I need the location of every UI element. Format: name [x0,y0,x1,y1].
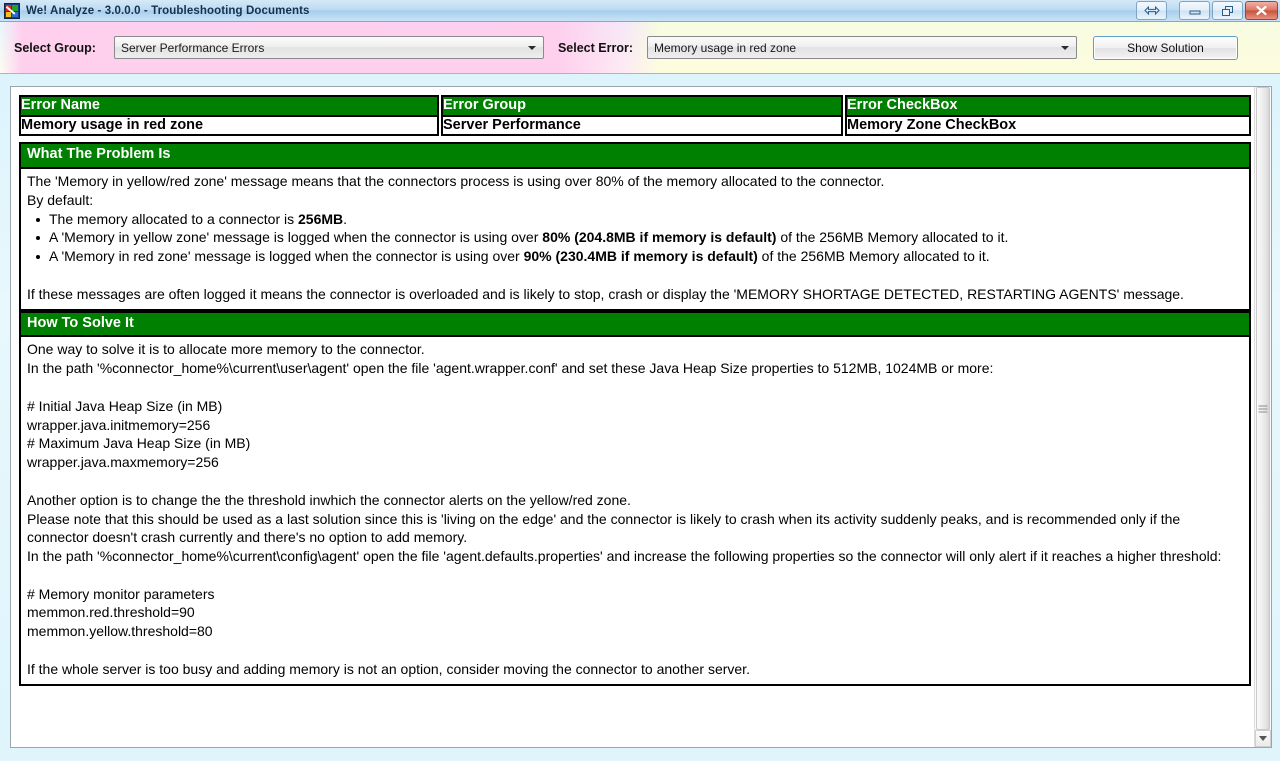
solution-paragraph-3: If the whole server is too busy and addi… [27,660,750,677]
window-title: We! Analyze - 3.0.0.0 - Troubleshooting … [26,4,310,17]
column-header-error-group: Error Group [441,95,843,117]
cell-error-checkbox: Memory Zone CheckBox [845,115,1251,137]
caret-down-icon [1259,736,1267,741]
title-bar: We! Analyze - 3.0.0.0 - Troubleshooting … [0,0,1280,22]
bullet-text: A 'Memory in yellow zone' message is log… [49,229,543,246]
list-item: The memory allocated to a connector is 2… [27,210,1243,229]
solution-paragraph-1: One way to solve it is to allocate more … [27,341,994,377]
cell-error-name: Memory usage in red zone [19,115,439,137]
bullet-text-tail: . [343,210,348,227]
restore-button[interactable] [1212,1,1243,20]
select-group-label: Select Group: [14,40,96,55]
bullet-text: The memory allocated to a connector is [49,210,299,227]
document-panel: Error Name Error Group Error CheckBox Me… [10,86,1272,748]
column-header-error-checkbox: Error CheckBox [845,95,1251,117]
table-header-row: Error Name Error Group Error CheckBox [19,95,1251,117]
table-row: Memory usage in red zone Server Performa… [19,115,1251,137]
problem-intro-line-2: By default: [27,191,94,208]
problem-closing-paragraph: If these messages are often logged it me… [27,285,1184,302]
bullet-text: A 'Memory in red zone' message is logged… [49,248,524,265]
vertical-scrollbar[interactable] [1254,87,1271,747]
error-info-table: Error Name Error Group Error CheckBox Me… [19,95,1251,137]
scrollbar-thumb[interactable] [1256,87,1270,730]
minimize-button[interactable] [1179,1,1210,20]
solution-paragraph-2: Another option is to change the the thre… [27,491,1222,565]
show-solution-button[interactable]: Show Solution [1093,35,1238,60]
section-body-solution: One way to solve it is to allocate more … [19,337,1251,686]
show-solution-label: Show Solution [1127,40,1204,55]
scrollbar-track[interactable] [1255,87,1271,730]
document-content: Error Name Error Group Error CheckBox Me… [11,87,1254,747]
column-header-error-name: Error Name [19,95,439,117]
bullet-text-tail: of the 256MB Memory allocated to it. [757,248,990,265]
select-error-label: Select Error: [557,40,633,55]
select-group-dropdown[interactable]: Server Performance Errors [113,36,544,59]
resize-window-button[interactable] [1136,1,1167,20]
section-header-problem: What The Problem Is [19,142,1251,170]
list-item: A 'Memory in yellow zone' message is log… [27,228,1243,247]
chevron-down-icon [527,45,536,50]
solution-code-block-2: # Memory monitor parameters memmon.red.t… [27,585,215,640]
scrollbar-down-button[interactable] [1255,730,1271,747]
select-error-dropdown[interactable]: Memory usage in red zone [647,36,1077,59]
list-item: A 'Memory in red zone' message is logged… [27,247,1243,266]
problem-intro-line-1: The 'Memory in yellow/red zone' message … [27,173,885,190]
select-group-value: Server Performance Errors [120,40,265,55]
toolbar: Select Group: Server Performance Errors … [0,22,1280,74]
bullet-text-tail: of the 256MB Memory allocated to it. [776,229,1009,246]
cell-error-group: Server Performance [441,115,843,137]
section-header-solution: How To Solve It [19,310,1251,338]
app-icon [4,2,20,19]
scrollbar-grip-icon [1258,405,1268,412]
bullet-bold: 256MB [298,210,344,227]
problem-bullet-list: The memory allocated to a connector is 2… [27,210,1243,266]
chevron-down-icon [1061,45,1069,50]
close-button[interactable] [1245,1,1278,20]
select-error-value: Memory usage in red zone [654,40,797,55]
bullet-bold: 90% (230.4MB if memory is default) [523,248,758,265]
solution-code-block-1: # Initial Java Heap Size (in MB) wrapper… [27,397,251,471]
section-body-problem: The 'Memory in yellow/red zone' message … [19,169,1251,311]
window-controls [1136,1,1278,20]
bullet-bold: 80% (204.8MB if memory is default) [542,229,777,246]
